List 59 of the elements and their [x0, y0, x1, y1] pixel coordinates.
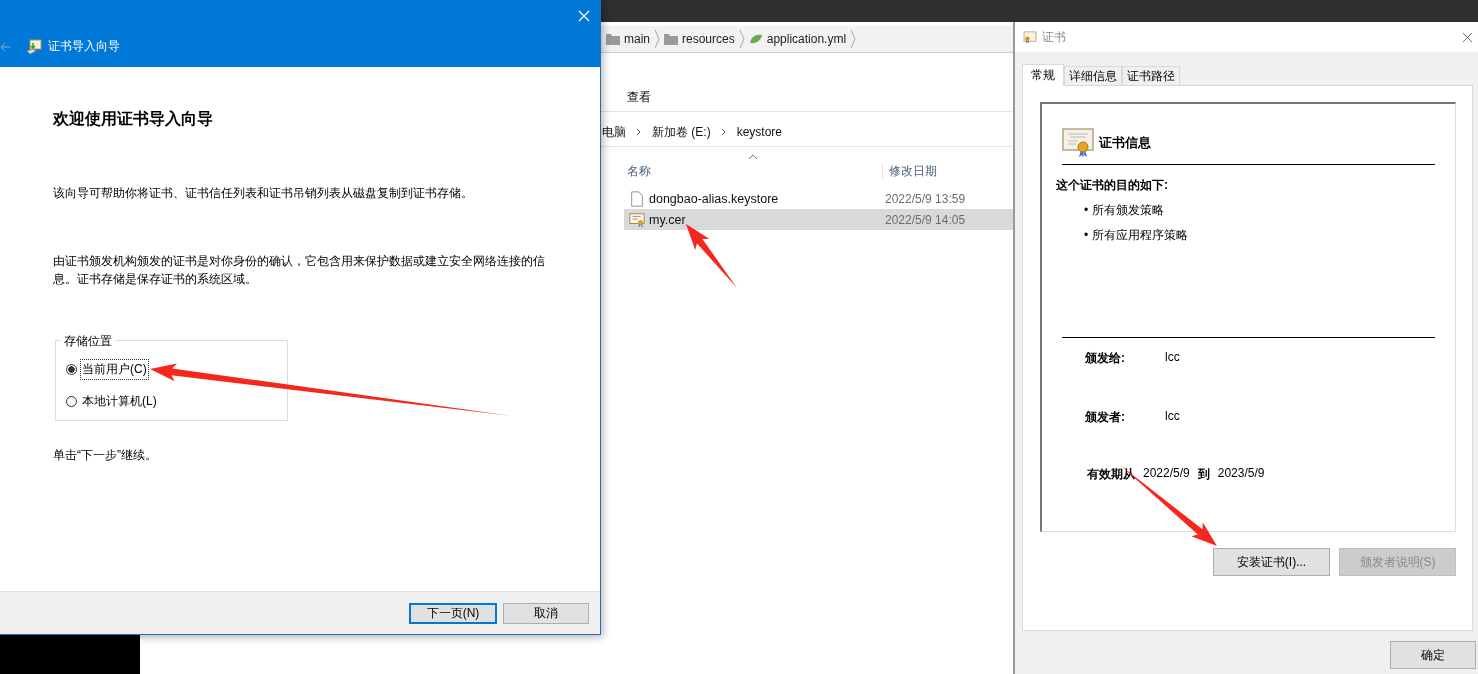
- file-date: 2022/5/9 14:05: [885, 212, 966, 227]
- radio-option[interactable]: 当前用户(C): [66, 359, 287, 379]
- breadcrumb-item[interactable]: application.yml: [766, 32, 847, 46]
- info-title: 证书信息: [1099, 134, 1151, 152]
- leaf-icon: [748, 33, 763, 45]
- file-row[interactable]: dongbao-alias.keystore 2022/5/9 13:59: [624, 188, 1013, 209]
- file-name: dongbao-alias.keystore: [649, 191, 780, 206]
- description-text: 由证书颁发机构颁发的证书是对你身份的确认，它包含用来保护数据或建立安全网络连接的信息。证书存储是保存证书的系统区域。: [53, 253, 546, 288]
- separator-icon: [654, 29, 660, 49]
- path-segment[interactable]: 电脑: [602, 123, 626, 141]
- file-name: my.cer: [649, 212, 687, 227]
- sort-caret-icon: [748, 154, 758, 160]
- field-value: lcc: [1165, 409, 1180, 425]
- tab[interactable]: 常规: [1022, 64, 1064, 86]
- tab[interactable]: 证书路径: [1122, 66, 1180, 85]
- close-icon[interactable]: [1462, 31, 1473, 43]
- file-date: 2022/5/9 13:59: [885, 191, 966, 206]
- certificate-icon: [629, 211, 645, 228]
- purpose-heading: 这个证书的目的如下:: [1056, 177, 1169, 194]
- ok-button[interactable]: 确定: [1390, 641, 1476, 669]
- separator-icon: [738, 29, 745, 49]
- chevron-icon: [720, 128, 727, 136]
- tab[interactable]: 详细信息: [1064, 66, 1122, 85]
- field-label: 颁发给:: [1085, 350, 1126, 367]
- hint-text: 单击“下一步”继续。: [53, 447, 158, 464]
- field-value: lcc: [1165, 350, 1180, 366]
- certificate-import-icon: [26, 38, 42, 55]
- path-segment[interactable]: 新加卷 (E:): [652, 123, 711, 141]
- group-label: 存储位置: [61, 333, 115, 350]
- breadcrumb-item[interactable]: resources: [682, 32, 735, 46]
- field-value: 2023/5/9: [1217, 466, 1265, 482]
- certificate-icon: [1062, 128, 1094, 158]
- purpose-item: • 所有应用程序策略: [1084, 227, 1189, 244]
- next-button[interactable]: 下一页(N): [409, 602, 497, 624]
- document-icon: [629, 190, 645, 207]
- field-label: 有效期从: [1087, 466, 1135, 483]
- folder-icon: [664, 33, 678, 45]
- window-title: 证书: [1042, 28, 1067, 46]
- pointer-arrow: [686, 224, 737, 288]
- radio-option[interactable]: 本地计算机(L): [66, 391, 287, 411]
- field-value: 2022/5/9: [1143, 466, 1190, 482]
- wizard-heading: 欢迎使用证书导入向导: [53, 109, 214, 129]
- separator-icon: [850, 29, 857, 49]
- breadcrumb-item[interactable]: main: [624, 32, 650, 46]
- cancel-button[interactable]: 取消: [503, 602, 589, 624]
- folder-icon: [606, 33, 620, 45]
- chevron-icon: [636, 128, 642, 136]
- intro-text: 该向导可帮助你将证书、证书信任列表和证书吊销列表从磁盘复制到证书存储。: [53, 185, 474, 202]
- install-button[interactable]: 安装证书(I)...: [1213, 548, 1330, 576]
- window-title: 证书导入向导: [48, 38, 120, 55]
- field-label: 颁发者:: [1085, 409, 1126, 426]
- column-header[interactable]: 修改日期: [889, 163, 937, 180]
- purpose-item: • 所有颁发策略: [1084, 202, 1165, 219]
- menu-item[interactable]: 查看: [627, 90, 651, 104]
- file-row[interactable]: my.cer 2022/5/9 14:05: [624, 209, 1013, 230]
- column-header[interactable]: 名称: [627, 163, 883, 180]
- certificate-icon: [1023, 31, 1037, 43]
- field-label: 到: [1197, 466, 1210, 483]
- path-segment[interactable]: keystore: [736, 125, 783, 139]
